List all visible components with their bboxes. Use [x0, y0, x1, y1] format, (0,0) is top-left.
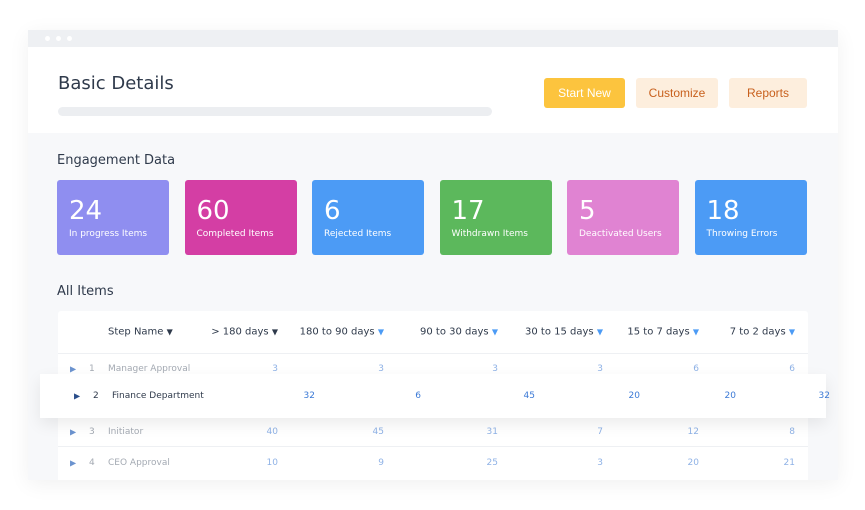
row-index: 3 [89, 426, 95, 437]
stat-card[interactable]: 24 In progress Items [57, 180, 169, 255]
cell-value: 45 [372, 426, 384, 437]
cell-value: 6 [693, 363, 699, 374]
sort-caret-icon: ▼ [788, 327, 795, 337]
stat-label: In progress Items [69, 229, 148, 239]
stat-card[interactable]: 18 Throwing Errors [694, 180, 807, 255]
column-header-label: 7 to 2 days [729, 326, 786, 338]
column-header-label: 30 to 15 days [525, 326, 594, 338]
stat-card[interactable]: 60 Completed Items [184, 180, 297, 255]
column-header-label: > 180 days [211, 326, 269, 338]
stat-label: Rejected Items [324, 229, 392, 239]
step-name: Finance Department [112, 391, 204, 401]
stat-value: 17 [451, 196, 485, 226]
expand-caret-icon[interactable]: ▶ [70, 427, 76, 436]
stat-value: 24 [69, 196, 103, 226]
column-header-label: 15 to 7 days [627, 326, 690, 338]
customize-button[interactable]: Customize [636, 78, 718, 108]
cell-value: 21 [783, 457, 795, 468]
page-title: Basic Details [58, 73, 174, 94]
step-name: Manager Approval [108, 363, 191, 374]
column-header[interactable]: Step Name ▼ [108, 327, 173, 338]
reports-button[interactable]: Reports [729, 78, 807, 108]
cell-value: 45 [523, 391, 535, 401]
column-header[interactable]: 7 to 2 days ▼ [730, 327, 795, 338]
stat-label: Deactivated Users [579, 229, 662, 239]
column-header-label: 180 to 90 days [299, 326, 375, 338]
cell-value: 3 [597, 457, 603, 468]
stat-label: Completed Items [196, 229, 274, 239]
row-index: 4 [89, 457, 95, 468]
cell-value: 6 [789, 363, 795, 374]
cell-value: 31 [486, 426, 498, 437]
stat-card[interactable]: 6 Rejected Items [312, 180, 424, 255]
stat-value: 18 [706, 196, 740, 226]
start-new-button[interactable]: Start New [544, 78, 625, 108]
row-index: 2 [93, 391, 99, 401]
cell-value: 20 [724, 391, 736, 401]
all-items-title: All Items [57, 284, 114, 299]
cell-value: 40 [266, 426, 278, 437]
sort-caret-icon: ▼ [692, 327, 699, 337]
table-header: Step Name ▼ > 180 days ▼ 180 to 90 days ▼ 9… [58, 311, 808, 354]
column-header-label: 90 to 30 days [420, 326, 489, 338]
cell-value: 25 [486, 457, 498, 468]
table-row[interactable]: ▶ 4 CEO Approval 10 9 25 3 20 21 [58, 446, 808, 478]
cell-value: 10 [266, 457, 278, 468]
cell-value: 32 [818, 391, 830, 401]
stat-value: 6 [324, 196, 341, 226]
step-name: CEO Approval [108, 457, 170, 468]
cell-value: 9 [378, 457, 384, 468]
sort-caret-icon: ▼ [377, 327, 384, 337]
column-header[interactable]: 90 to 30 days ▼ [420, 327, 498, 338]
expand-caret-icon[interactable]: ▶ [70, 458, 76, 467]
column-header[interactable]: 180 to 90 days ▼ [300, 327, 384, 338]
expand-caret-icon[interactable]: ▶ [70, 364, 76, 373]
column-header[interactable]: 15 to 7 days ▼ [627, 327, 699, 338]
sort-caret-icon: ▼ [596, 327, 603, 337]
table-row[interactable]: ▶ 3 Initiator 40 45 31 7 12 8 [58, 415, 808, 447]
sort-caret-icon: ▼ [491, 327, 498, 337]
cell-value: 3 [597, 363, 603, 374]
column-header[interactable]: > 180 days ▼ [211, 327, 278, 338]
header: Basic Details Start New Customize Report… [28, 47, 838, 133]
cell-value: 12 [687, 426, 699, 437]
stat-card[interactable]: 5 Deactivated Users [567, 180, 679, 255]
cell-value: 3 [378, 363, 384, 374]
sort-caret-icon: ▼ [271, 327, 278, 337]
cell-value: 3 [272, 363, 278, 374]
engagement-title: Engagement Data [57, 153, 176, 168]
cell-value: 20 [628, 391, 640, 401]
progress-bar [58, 107, 492, 116]
window-titlebar [28, 30, 838, 47]
window-dot[interactable] [56, 36, 61, 41]
step-name: Initiator [108, 426, 144, 437]
window-dot[interactable] [45, 36, 50, 41]
stat-label: Throwing Errors [706, 229, 778, 239]
stat-card[interactable]: 17 Withdrawn Items [439, 180, 552, 255]
window-dot[interactable] [67, 36, 72, 41]
column-header[interactable]: 30 to 15 days ▼ [525, 327, 603, 338]
stat-value: 60 [196, 196, 230, 226]
cell-value: 3 [492, 363, 498, 374]
stat-label: Withdrawn Items [451, 229, 528, 239]
expand-caret-icon[interactable]: ▶ [74, 392, 80, 401]
cell-value: 7 [597, 426, 603, 437]
row-index: 1 [89, 363, 95, 374]
sort-caret-icon: ▼ [166, 327, 173, 337]
cell-value: 32 [303, 391, 315, 401]
cell-value: 8 [789, 426, 795, 437]
cell-value: 6 [415, 391, 421, 401]
table-row-highlighted[interactable]: ▶ 2 Finance Department 32 6 45 20 20 32 [40, 374, 830, 418]
cell-value: 20 [687, 457, 699, 468]
column-header-label: Step Name [108, 326, 164, 338]
stat-value: 5 [579, 196, 596, 226]
